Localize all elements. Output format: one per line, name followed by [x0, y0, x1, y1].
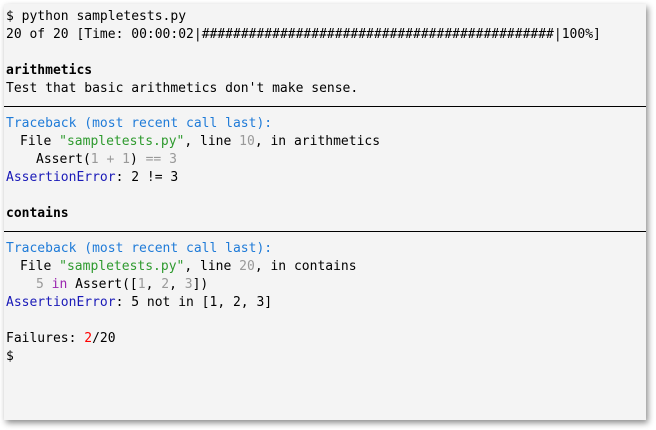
line-number: 20	[239, 259, 255, 274]
test-description: Test that basic arithmetics don't make s…	[6, 81, 359, 96]
progress-line: 20 of 20 [Time: 00:00:02|###############…	[4, 26, 646, 44]
command-text: python sampletests.py	[21, 9, 187, 24]
file-prefix: File	[20, 259, 60, 274]
progress-count: 20 of 20	[6, 27, 69, 42]
code-operator: +	[98, 152, 123, 167]
progress-time: [Time: 00:00:02|	[76, 27, 202, 42]
code-part: Assert([	[67, 277, 138, 292]
assertion-error-line: AssertionError: 2 != 3	[4, 169, 646, 187]
code-part: ,	[145, 277, 162, 292]
error-name: AssertionError	[6, 295, 116, 310]
failures-summary: Failures: 2/20	[4, 330, 646, 348]
code-operator: ==	[145, 152, 162, 167]
code-part	[161, 152, 169, 167]
function-name: , in contains	[254, 259, 357, 274]
file-name: "sampletests.py"	[59, 259, 185, 274]
traceback-code: Assert(1 + 1) == 3	[4, 151, 646, 169]
terminal-window[interactable]: $ python sampletests.py 20 of 20 [Time: …	[4, 4, 646, 420]
progress-percent: |100%]	[553, 27, 601, 42]
code-number: 1	[90, 152, 99, 167]
traceback-header: Traceback (most recent call last):	[6, 241, 273, 256]
assertion-error-line: AssertionError: 5 not in [1, 2, 3]	[4, 294, 646, 312]
divider	[4, 231, 646, 232]
total-count: /20	[92, 331, 116, 346]
code-number: 1	[137, 277, 146, 292]
final-prompt[interactable]: $	[4, 348, 646, 366]
code-part: Assert(	[36, 152, 91, 167]
traceback-file-line: File "sampletests.py", line 10, in arith…	[4, 133, 646, 151]
traceback-header: Traceback (most recent call last):	[6, 116, 273, 131]
file-name: "sampletests.py"	[59, 134, 185, 149]
code-number: 1	[122, 152, 130, 167]
test-name: arithmetics	[6, 63, 93, 78]
summary-label: Failures:	[6, 331, 85, 346]
command-line: $ python sampletests.py	[4, 8, 646, 26]
code-number: 2	[161, 277, 170, 292]
test-name: contains	[6, 206, 69, 221]
error-message: : 5 not in [1, 2, 3]	[115, 295, 273, 310]
line-number: 10	[239, 134, 255, 149]
error-message: : 2 != 3	[115, 170, 179, 185]
divider	[4, 106, 646, 107]
code-part: ])	[192, 277, 209, 292]
line-label: , line	[184, 134, 240, 149]
code-number: 5	[36, 277, 44, 292]
failure-count: 2	[84, 331, 93, 346]
code-number: 3	[169, 152, 177, 167]
prompt: $	[6, 9, 14, 24]
code-keyword: in	[51, 277, 68, 292]
error-name: AssertionError	[6, 170, 116, 185]
code-number: 3	[184, 277, 193, 292]
progress-bar: ########################################…	[201, 27, 554, 42]
function-name: , in arithmetics	[254, 134, 381, 149]
code-part: )	[129, 152, 146, 167]
file-prefix: File	[20, 134, 60, 149]
line-label: , line	[184, 259, 240, 274]
code-part: ,	[169, 277, 185, 292]
traceback-code: 5 in Assert([1, 2, 3])	[4, 276, 646, 294]
traceback-file-line: File "sampletests.py", line 20, in conta…	[4, 258, 646, 276]
